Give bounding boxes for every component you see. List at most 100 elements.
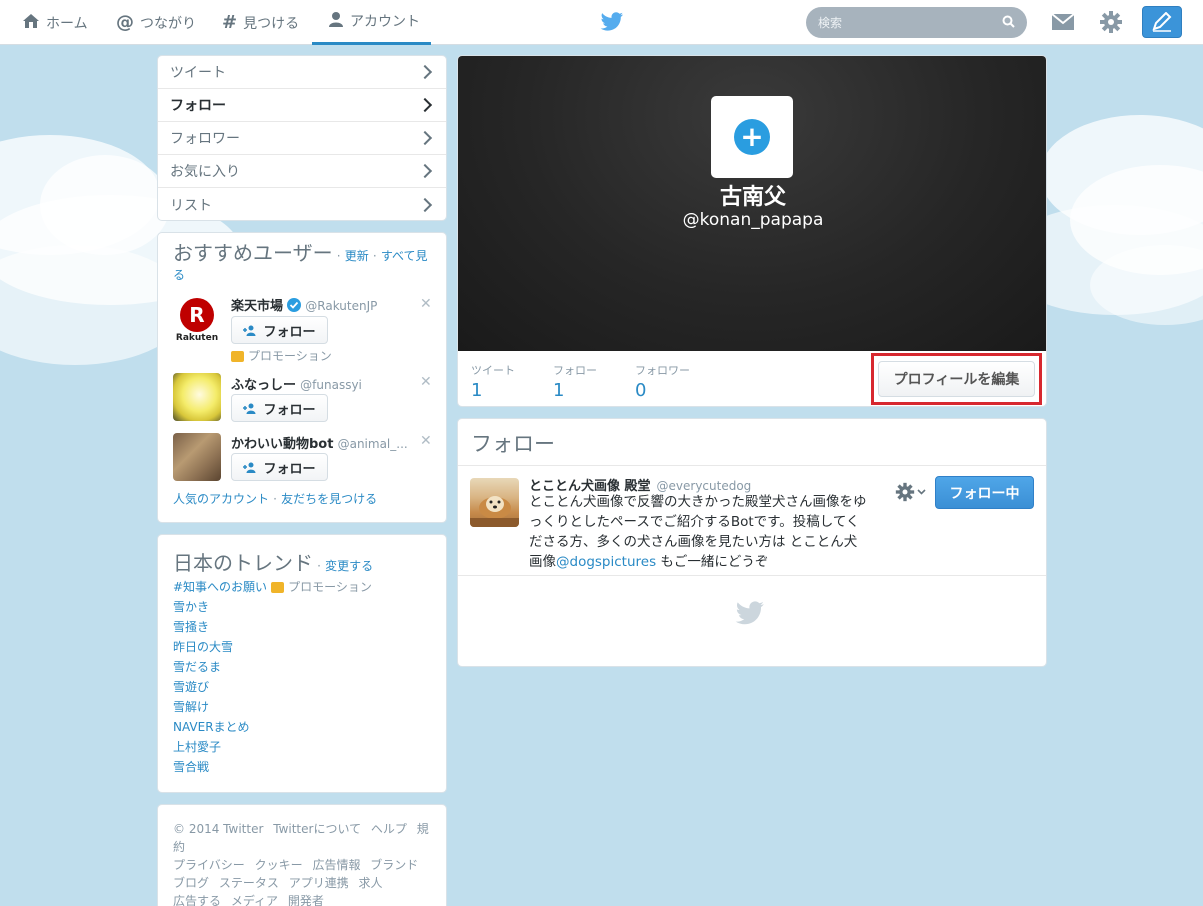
menu-item-followers[interactable]: フォロワー	[158, 122, 446, 155]
top-navigation-bar: ホーム @ つながり # 見つける アカウント 検索	[0, 0, 1203, 45]
find-friends-link[interactable]: 友だちを見つける	[281, 492, 377, 506]
following-list-module: フォロー とことん犬画像 殿堂 @everycutedog とことん犬画像で反響の…	[457, 418, 1047, 667]
follow-button[interactable]: フォロー	[231, 453, 328, 481]
trend-item[interactable]: 雪解け	[173, 697, 372, 717]
stat-following[interactable]: フォロー 1	[553, 362, 597, 401]
edit-profile-button[interactable]: プロフィールを編集	[878, 361, 1035, 397]
nav-account-label: アカウント	[350, 14, 420, 30]
menu-item-lists[interactable]: リスト	[158, 188, 446, 221]
suggested-user-name[interactable]: ふなっしー	[231, 378, 296, 393]
trend-item[interactable]: 雪だるま	[173, 657, 372, 677]
profile-handle: @konan_papapa	[682, 210, 824, 230]
promoted-text: プロモーション	[288, 580, 372, 594]
trends-title: 日本のトレンド	[173, 551, 313, 575]
chevron-right-icon	[417, 97, 433, 113]
following-button[interactable]: フォロー中	[935, 476, 1034, 509]
profile-avatar-upload[interactable]: +	[711, 96, 793, 178]
user-handle[interactable]: @everycutedog	[657, 479, 752, 493]
following-list-title: フォロー	[458, 419, 1046, 466]
suggested-user-handle[interactable]: @RakutenJP	[305, 299, 377, 313]
dismiss-close-icon[interactable]: ✕	[420, 374, 432, 390]
suggested-user-handle[interactable]: @funassyi	[300, 378, 362, 392]
user-avatar[interactable]	[470, 478, 519, 527]
twitter-bird-logo[interactable]	[600, 11, 624, 33]
menu-item-following[interactable]: フォロー	[158, 89, 446, 122]
trend-item[interactable]: 昨日の大雪	[173, 637, 372, 657]
stat-tweets[interactable]: ツイート 1	[471, 362, 515, 401]
user-actions-dropdown[interactable]	[895, 482, 926, 502]
chevron-right-icon	[417, 64, 433, 80]
stat-label: ツイート	[471, 364, 515, 377]
nav-home[interactable]: ホーム	[22, 0, 88, 45]
stat-followers[interactable]: フォロワー 0	[635, 362, 690, 401]
trend-item[interactable]: 雪合戦	[173, 757, 372, 777]
menu-item-label: フォロー	[170, 98, 226, 114]
suggested-user-name[interactable]: かわいい動物bot	[231, 437, 333, 452]
footer-link[interactable]: メディア	[231, 894, 278, 906]
highlight-box: プロフィールを編集	[871, 353, 1042, 405]
nav-account[interactable]: アカウント	[312, 0, 431, 45]
change-trends-link[interactable]: 変更する	[325, 559, 373, 573]
stat-value: 0	[635, 380, 647, 401]
menu-item-favorites[interactable]: お気に入り	[158, 155, 446, 188]
promoted-icon	[231, 351, 244, 362]
menu-item-label: リスト	[170, 197, 212, 214]
promoted-icon	[271, 582, 285, 593]
footer-link[interactable]: アプリ連携	[289, 876, 349, 890]
rakuten-avatar[interactable]: R Rakuten	[173, 296, 221, 344]
trend-item[interactable]: 上村愛子	[173, 737, 372, 757]
direct-messages-icon[interactable]	[1050, 9, 1076, 35]
footer-link[interactable]: 広告する	[173, 894, 221, 906]
settings-gear-icon[interactable]	[1098, 9, 1124, 35]
compose-tweet-button[interactable]	[1142, 6, 1182, 38]
footer-link[interactable]: ブランド	[370, 858, 418, 872]
stat-label: フォロー	[553, 364, 597, 377]
search-input[interactable]: 検索	[806, 7, 1027, 38]
suggested-user-handle[interactable]: @animal_...	[338, 437, 408, 451]
footer-link[interactable]: 広告情報	[312, 858, 360, 872]
trend-item[interactable]: #知事へのお願い プロモーション	[173, 577, 372, 597]
footer-link[interactable]: ヘルプ	[371, 822, 407, 836]
footer-link[interactable]: ステータス	[219, 876, 279, 890]
animal-bot-avatar[interactable]	[173, 433, 221, 481]
dismiss-close-icon[interactable]: ✕	[420, 296, 432, 312]
verified-badge-icon	[287, 298, 302, 312]
footer-link[interactable]: ブログ	[173, 876, 209, 890]
menu-item-label: ツイート	[170, 65, 226, 81]
nav-discover[interactable]: # 見つける	[222, 0, 299, 45]
stat-label: フォロワー	[635, 364, 690, 377]
menu-item-tweets[interactable]: ツイート	[158, 56, 446, 89]
gear-icon	[895, 482, 915, 502]
twitter-bird-end-of-list-icon	[735, 601, 764, 625]
hashtag-icon: #	[222, 11, 238, 33]
bio-mention-link[interactable]: @dogspictures	[556, 554, 656, 570]
funassyi-avatar[interactable]	[173, 373, 221, 421]
search-icon[interactable]	[1002, 15, 1015, 31]
footer-link[interactable]: クッキー	[255, 858, 303, 872]
trend-item[interactable]: 雪掻き	[173, 617, 372, 637]
follow-button-label: フォロー	[263, 324, 316, 340]
footer-link[interactable]: Twitterについて	[273, 822, 361, 836]
refresh-link[interactable]: 更新	[345, 249, 369, 263]
bio-text: もご一緒にどうぞ	[656, 554, 769, 570]
who-to-follow-module: おすすめユーザー · 更新 · すべて見る R Rakuten 楽天市場 @Ra…	[157, 232, 447, 523]
popular-accounts-link[interactable]: 人気のアカウント	[173, 492, 269, 506]
compose-pen-icon	[1152, 12, 1172, 32]
trend-item[interactable]: 雪遊び	[173, 677, 372, 697]
at-icon: @	[116, 11, 134, 33]
trend-item[interactable]: NAVERまとめ	[173, 717, 372, 737]
trend-item[interactable]: 雪かき	[173, 597, 372, 617]
footer-link[interactable]: 求人	[359, 876, 383, 890]
search-placeholder: 検索	[818, 16, 843, 30]
nav-discover-label: 見つける	[243, 15, 300, 32]
dismiss-close-icon[interactable]: ✕	[420, 433, 432, 449]
footer-link[interactable]: 開発者	[288, 894, 324, 906]
follow-button[interactable]: フォロー	[231, 316, 328, 344]
footer-link[interactable]: プライバシー	[173, 858, 245, 872]
home-icon	[22, 13, 40, 33]
site-footer: © 2014 Twitter Twitterについて ヘルプ 規約 プライバシー…	[157, 804, 447, 906]
nav-connect[interactable]: @ つながり	[116, 0, 196, 45]
follow-button[interactable]: フォロー	[231, 394, 328, 422]
separator-dot: ·	[336, 249, 341, 263]
suggested-user-name[interactable]: 楽天市場	[231, 299, 283, 314]
